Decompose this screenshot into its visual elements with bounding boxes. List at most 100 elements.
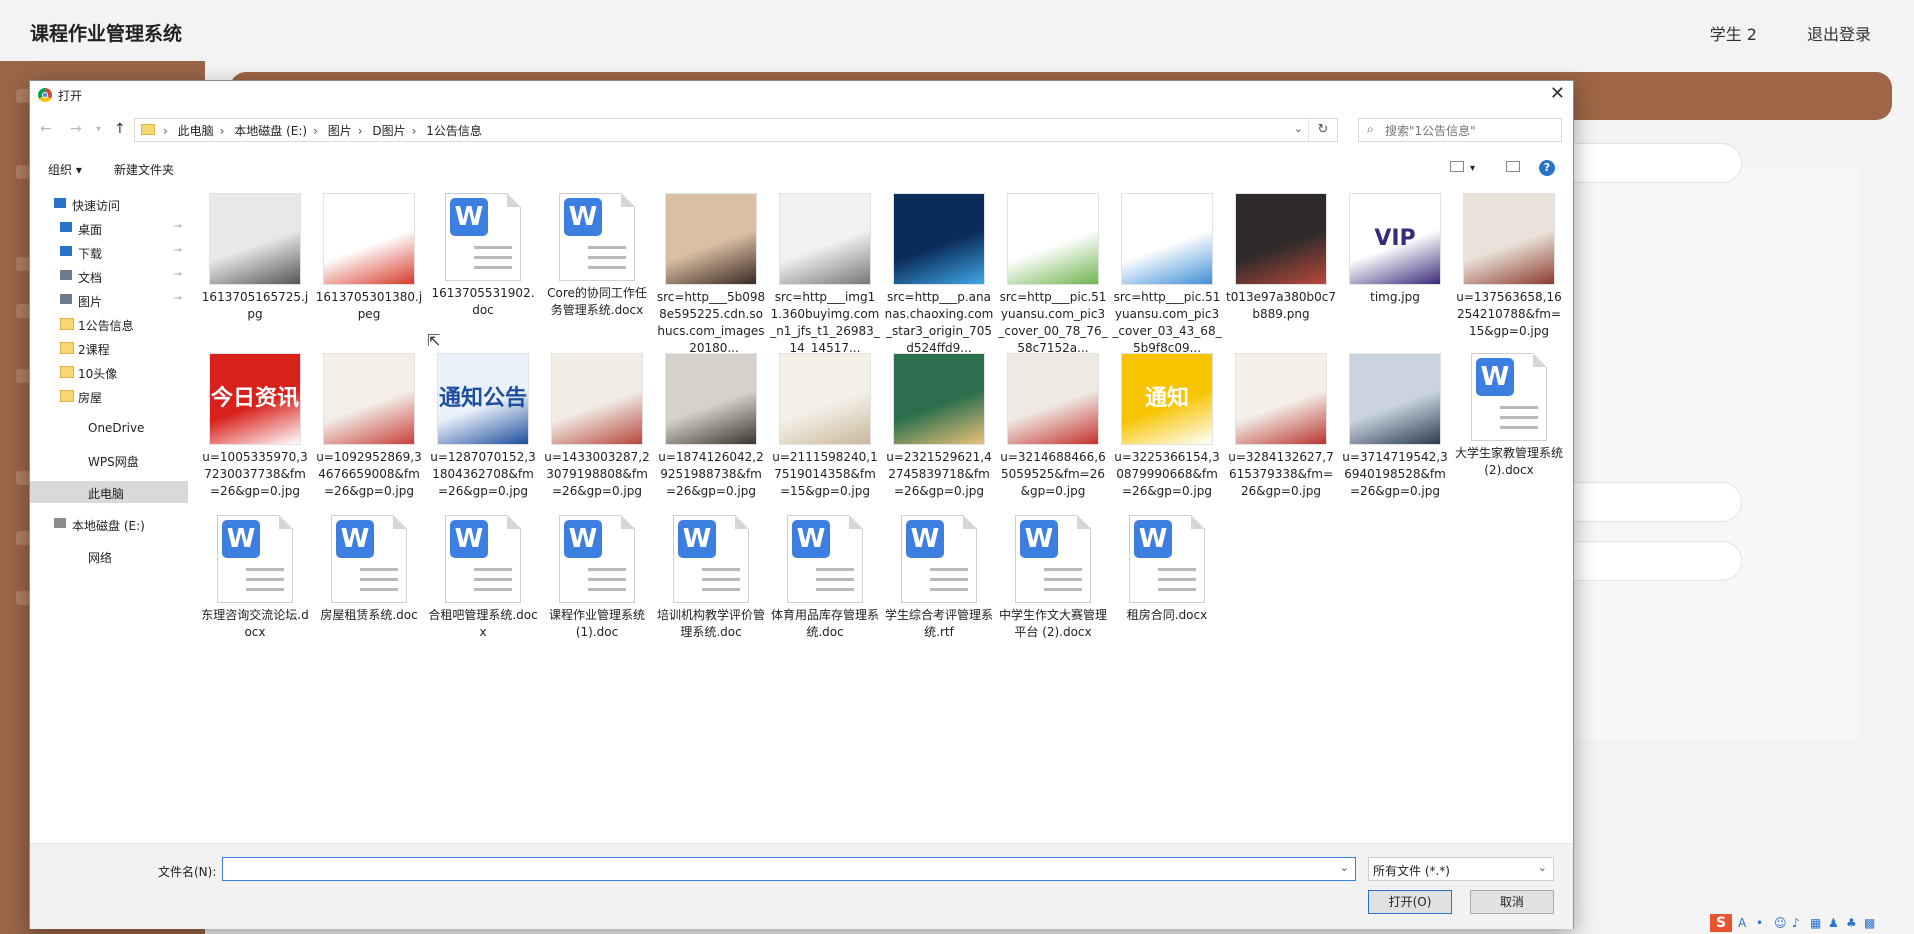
file-item[interactable]: 1613705165725.jpg: [200, 193, 310, 361]
chevron-down-icon[interactable]: ⌄: [1294, 122, 1303, 135]
nav-item[interactable]: 1公告信息: [30, 313, 188, 335]
file-type-select[interactable]: 所有文件 (*.*) ⌄: [1368, 857, 1554, 881]
nav-item[interactable]: 下载 ⊸: [30, 241, 188, 263]
image-thumbnail: 通知: [1121, 353, 1213, 445]
menu-icon[interactable]: [16, 89, 30, 103]
chevron-down-icon[interactable]: ▾: [1470, 163, 1475, 174]
preview-pane-icon[interactable]: [1506, 161, 1520, 172]
language-icon[interactable]: A: [1738, 917, 1750, 929]
file-item[interactable]: src=http___img11.360buyimg.com_n1_jfs_t1…: [770, 193, 880, 361]
new-folder-button[interactable]: 新建文件夹: [114, 161, 174, 178]
file-item[interactable]: u=2111598240,17519014358&fm=15&gp=0.jpg: [770, 353, 880, 521]
nav-item[interactable]: 快速访问: [30, 193, 188, 215]
file-item[interactable]: W 房屋租赁系统.doc: [314, 515, 424, 683]
voice-icon[interactable]: ♪: [1792, 917, 1804, 929]
up-icon[interactable]: ↑: [114, 121, 126, 137]
text-line-icon: [474, 246, 512, 249]
back-icon[interactable]: ←: [40, 121, 52, 137]
file-item[interactable]: W Core的协同工作任务管理系统.docx: [542, 193, 652, 361]
file-item[interactable]: u=1874126042,29251988738&fm=26&gp=0.jpg: [656, 353, 766, 521]
breadcrumb-item[interactable]: 此电脑: [178, 124, 214, 138]
keyboard-icon[interactable]: ▦: [1810, 917, 1822, 929]
nav-item[interactable]: 此电脑: [30, 481, 188, 503]
file-item[interactable]: W 大学生家教管理系统 (2).docx: [1454, 353, 1564, 521]
search-input[interactable]: [1383, 121, 1557, 141]
address-bar[interactable]: › 此电脑 › 本地磁盘 (E:) › 图片 › D图片 › 1公告信息 ⌄ ↻: [134, 118, 1338, 142]
file-item[interactable]: src=http___pic.51yuansu.com_pic3_cover_0…: [998, 193, 1108, 361]
menu-icon[interactable]: [16, 591, 30, 605]
file-item[interactable]: W 课程作业管理系统 (1).doc: [542, 515, 652, 683]
file-item[interactable]: 今日资讯 u=1005335970,37230037738&fm=26&gp=0.…: [200, 353, 310, 521]
menu-icon[interactable]: [16, 257, 30, 271]
breadcrumb-item[interactable]: 本地磁盘 (E:): [234, 124, 307, 138]
file-item[interactable]: u=3714719542,36940198528&fm=26&gp=0.jpg: [1340, 353, 1450, 521]
recent-locations-icon[interactable]: ▾: [96, 124, 101, 135]
refresh-icon[interactable]: ↻: [1308, 119, 1337, 141]
toolbox-icon[interactable]: ▩: [1864, 917, 1876, 929]
emoji-icon[interactable]: ☺: [1774, 917, 1787, 929]
file-item[interactable]: W 体育用品库存管理系统.doc: [770, 515, 880, 683]
thumbnail-text: VIP: [1374, 226, 1416, 251]
menu-icon[interactable]: [16, 165, 30, 179]
file-name: src=http___5b0988e595225.cdn.sohucs.com_…: [656, 290, 766, 355]
nav-item-label: 文档: [78, 271, 103, 285]
file-item[interactable]: W 学生综合考评管理系统.rtf: [884, 515, 994, 683]
file-item[interactable]: W 东理咨询交流论坛.docx: [200, 515, 310, 683]
close-icon[interactable]: ✕: [1550, 83, 1565, 104]
wps-document-icon: W: [445, 193, 521, 281]
chevron-down-icon[interactable]: ⌄: [1340, 861, 1349, 874]
nav-item[interactable]: 图片 ⊸: [30, 289, 188, 311]
skin-icon[interactable]: ♣: [1846, 917, 1858, 929]
view-options-icon[interactable]: [1450, 161, 1464, 172]
breadcrumb-item[interactable]: D图片: [372, 124, 405, 138]
file-item[interactable]: u=3284132627,7615379338&fm=26&gp=0.jpg: [1226, 353, 1336, 521]
file-item[interactable]: W 合租吧管理系统.docx: [428, 515, 538, 683]
open-button[interactable]: 打开(O): [1368, 890, 1452, 914]
nav-item[interactable]: 房屋: [30, 385, 188, 407]
file-item[interactable]: 通知 u=3225366154,30879990668&fm=26&gp=0.jp…: [1112, 353, 1222, 521]
nav-item[interactable]: 文档 ⊸: [30, 265, 188, 287]
file-item[interactable]: VIP timg.jpg: [1340, 193, 1450, 361]
nav-item[interactable]: 2课程: [30, 337, 188, 359]
file-item[interactable]: 通知公告 u=1287070152,31804362708&fm=26&gp=0.…: [428, 353, 538, 521]
file-item[interactable]: 1613705301380.jpeg: [314, 193, 424, 361]
file-item[interactable]: src=http___p.ananas.chaoxing.com_star3_o…: [884, 193, 994, 361]
menu-icon[interactable]: [16, 304, 30, 318]
nav-item[interactable]: 网络: [30, 545, 188, 567]
filename-input[interactable]: [227, 860, 1331, 880]
menu-icon[interactable]: [16, 471, 30, 485]
user-icon[interactable]: ♟: [1828, 917, 1840, 929]
logout-link[interactable]: 退出登录: [1807, 21, 1871, 45]
file-item[interactable]: u=2321529621,42745839718&fm=26&gp=0.jpg: [884, 353, 994, 521]
file-item[interactable]: W 1613705531902.doc: [428, 193, 538, 361]
nav-item[interactable]: WPS网盘: [30, 449, 188, 471]
sogou-ime-icon[interactable]: S: [1710, 914, 1732, 932]
file-item[interactable]: u=1092952869,34676659008&fm=26&gp=0.jpg: [314, 353, 424, 521]
breadcrumb-item[interactable]: 图片: [328, 124, 352, 138]
cancel-button[interactable]: 取消: [1470, 890, 1554, 914]
file-item[interactable]: u=137563658,16254210788&fm=15&gp=0.jpg: [1454, 193, 1564, 361]
help-icon[interactable]: ?: [1539, 160, 1555, 176]
text-line-icon: [588, 246, 626, 249]
menu-icon[interactable]: [16, 531, 30, 545]
forward-icon[interactable]: →: [70, 121, 82, 137]
breadcrumb-item[interactable]: 1公告信息: [426, 124, 482, 138]
file-item[interactable]: W 中学生作文大赛管理平台 (2).docx: [998, 515, 1108, 683]
text-line-icon: [360, 578, 398, 581]
nav-item[interactable]: 10头像: [30, 361, 188, 383]
file-item[interactable]: u=1433003287,23079198808&fm=26&gp=0.jpg: [542, 353, 652, 521]
punctuation-icon[interactable]: •: [1756, 917, 1768, 929]
organize-menu[interactable]: 组织 ▾: [48, 161, 82, 178]
menu-icon[interactable]: [16, 369, 30, 383]
file-item[interactable]: u=3214688466,65059525&fm=26&gp=0.jpg: [998, 353, 1108, 521]
nav-item[interactable]: OneDrive: [30, 417, 188, 439]
file-item[interactable]: src=http___5b0988e595225.cdn.sohucs.com_…: [656, 193, 766, 361]
file-item[interactable]: W 培训机构教学评价管理系统.doc: [656, 515, 766, 683]
chrome-icon: [38, 88, 52, 102]
nav-item[interactable]: 桌面 ⊸: [30, 217, 188, 239]
nav-item[interactable]: 本地磁盘 (E:): [30, 513, 188, 535]
file-item[interactable]: W 租房合同.docx: [1112, 515, 1222, 683]
file-item[interactable]: src=http___pic.51yuansu.com_pic3_cover_0…: [1112, 193, 1222, 361]
file-name: 培训机构教学评价管理系统.doc: [656, 608, 765, 639]
file-item[interactable]: t013e97a380b0c7b889.png: [1226, 193, 1336, 361]
